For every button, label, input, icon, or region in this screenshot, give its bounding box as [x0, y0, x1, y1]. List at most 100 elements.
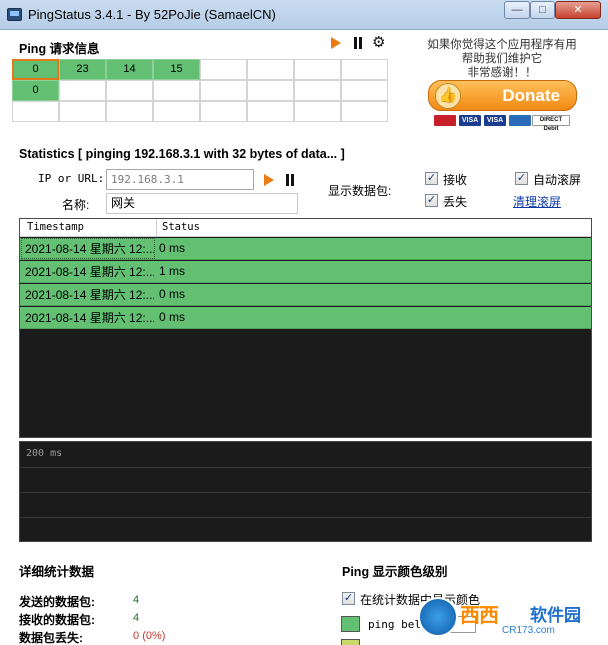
- ping-cell: [12, 101, 59, 122]
- column-status[interactable]: Status: [162, 221, 200, 233]
- receive-label: 接收: [443, 173, 468, 187]
- ping-cell: 14: [106, 59, 153, 80]
- donate-line: 帮助我们维护它: [461, 53, 543, 65]
- statistics-title: Statistics [ pinging 192.168.3.1 with 32…: [19, 147, 345, 161]
- close-button[interactable]: ✕: [555, 1, 601, 19]
- lost-value: 0 (0%): [133, 630, 165, 642]
- donate-line: 如果你觉得这个应用程序有用: [427, 39, 577, 51]
- watermark-name: 西西: [460, 605, 499, 627]
- ping-cell: [341, 59, 388, 80]
- window-title: PingStatus 3.4.1 - By 52PoJie (SamaelCN): [28, 7, 276, 22]
- row-timestamp: 2021-08-14 星期六 12:...: [25, 265, 155, 279]
- name-label: 名称:: [62, 198, 90, 212]
- minimize-button[interactable]: —: [504, 1, 530, 19]
- ping-cell: 15: [153, 59, 200, 80]
- ping-cell: [294, 80, 341, 101]
- ping-cell: [341, 80, 388, 101]
- table-row[interactable]: 2021-08-14 星期六 12:... 0 ms: [20, 284, 591, 306]
- thumbs-up-icon: 👍: [435, 83, 461, 109]
- watermark-logo-icon: [418, 597, 458, 637]
- table-row[interactable]: 2021-08-14 星期六 12:... 0 ms: [20, 307, 591, 329]
- row-timestamp: 2021-08-14 星期六 12:...: [21, 238, 155, 259]
- column-divider: [156, 219, 157, 237]
- sent-value: 4: [133, 594, 140, 606]
- amex-card-icon: [509, 115, 531, 126]
- start-ping-icon[interactable]: [264, 174, 274, 186]
- lost-packets-label: 数据包丢失:: [19, 631, 83, 645]
- gear-icon[interactable]: ⚙: [372, 35, 385, 50]
- donate-button[interactable]: 👍 Donate: [428, 80, 577, 111]
- ping-cell: [153, 101, 200, 122]
- received-label: 接收的数据包:: [19, 613, 95, 627]
- ping-cell: [200, 101, 247, 122]
- ping-log-table[interactable]: Timestamp Status 2021-08-14 星期六 12:... 0…: [19, 218, 592, 438]
- received-value: 4: [133, 612, 140, 624]
- column-timestamp[interactable]: Timestamp: [27, 221, 84, 233]
- ping-cell: 23: [59, 59, 106, 80]
- statistics-panel: Statistics [ pinging 192.168.3.1 with 32…: [8, 141, 602, 546]
- ping-cell: [341, 101, 388, 122]
- watermark-suffix: 软件园: [530, 606, 581, 625]
- color-swatch[interactable]: [341, 639, 360, 645]
- title-bar: PingStatus 3.4.1 - By 52PoJie (SamaelCN)…: [0, 0, 608, 30]
- graph-gridline: [20, 517, 591, 518]
- graph-gridline: [20, 467, 591, 468]
- pause-ping-icon[interactable]: [285, 174, 295, 186]
- log-header: Timestamp Status: [20, 219, 591, 237]
- donate-message: 如果你觉得这个应用程序有用 帮助我们维护它 非常感谢！！: [418, 38, 586, 80]
- lost-checkbox[interactable]: ✓: [425, 194, 438, 207]
- ping-cell: [247, 80, 294, 101]
- ping-cell: [247, 59, 294, 80]
- ping-cell: [200, 59, 247, 80]
- detail-stats-title: 详细统计数据: [19, 565, 95, 579]
- ping-cell: [106, 101, 153, 122]
- ping-below-label: ping bel: [368, 618, 421, 631]
- lost-percent: (0%): [142, 630, 166, 642]
- row-status: 0 ms: [159, 241, 186, 255]
- ping-cell: [59, 101, 106, 122]
- ping-cell: [294, 101, 341, 122]
- table-row[interactable]: 2021-08-14 星期六 12:... 0 ms: [20, 238, 591, 260]
- graph-scale-label: 200 ms: [26, 448, 63, 459]
- row-status: 0 ms: [159, 287, 186, 301]
- detail-stats-panel: 详细统计数据 发送的数据包: 4 接收的数据包: 4 数据包丢失: 0 (0%): [8, 556, 322, 645]
- row-timestamp: 2021-08-14 星期六 12:...: [25, 311, 155, 325]
- ip-input[interactable]: 192.168.3.1: [106, 169, 254, 190]
- ping-cell: [247, 101, 294, 122]
- receive-checkbox[interactable]: ✓: [425, 172, 438, 185]
- donate-line: 非常感谢！！: [467, 67, 537, 79]
- row-status: 1 ms: [159, 264, 186, 278]
- ping-cell: 0: [12, 80, 59, 101]
- donate-button-label: Donate: [502, 86, 560, 105]
- ping-cell: [153, 80, 200, 101]
- table-row[interactable]: 2021-08-14 星期六 12:... 1 ms: [20, 261, 591, 283]
- maximize-button[interactable]: □: [530, 1, 555, 19]
- watermark-url: CR173.com: [502, 625, 555, 636]
- pause-icon[interactable]: [353, 37, 363, 49]
- mastercard-icon: [434, 115, 456, 126]
- color-level-title: Ping 显示颜色级别: [342, 565, 448, 579]
- color-swatch[interactable]: [341, 616, 360, 632]
- visa-card-icon: VISA: [484, 115, 506, 126]
- ping-request-panel: Ping 请求信息 ⚙ 0 23 14 15 0: [8, 34, 396, 127]
- lost-label: 丢失: [443, 195, 468, 209]
- ping-cell: 0: [12, 59, 59, 80]
- direct-debit-icon: DIRECT Debit: [532, 115, 570, 132]
- row-status: 0 ms: [159, 310, 186, 324]
- ping-graph: 200 ms: [19, 441, 592, 542]
- autoscroll-checkbox[interactable]: ✓: [515, 172, 528, 185]
- ip-label: IP or URL:: [38, 172, 105, 185]
- ping-cell: [200, 80, 247, 101]
- donate-panel: 如果你觉得这个应用程序有用 帮助我们维护它 非常感谢！！ 👍 Donate VI…: [400, 34, 602, 132]
- lost-count: 0: [133, 630, 140, 642]
- name-input[interactable]: 网关: [106, 193, 298, 214]
- play-icon[interactable]: [331, 37, 341, 49]
- clear-scroll-link[interactable]: 清理滚屏: [513, 193, 561, 210]
- watermark: 西西 软件园 CR173.com: [416, 595, 606, 645]
- graph-gridline: [20, 492, 591, 493]
- row-timestamp: 2021-08-14 星期六 12:...: [25, 288, 155, 302]
- ping-cell: [294, 59, 341, 80]
- show-color-checkbox[interactable]: ✓: [342, 592, 355, 605]
- sent-label: 发送的数据包:: [19, 595, 95, 609]
- visa-card-icon: VISA: [459, 115, 481, 126]
